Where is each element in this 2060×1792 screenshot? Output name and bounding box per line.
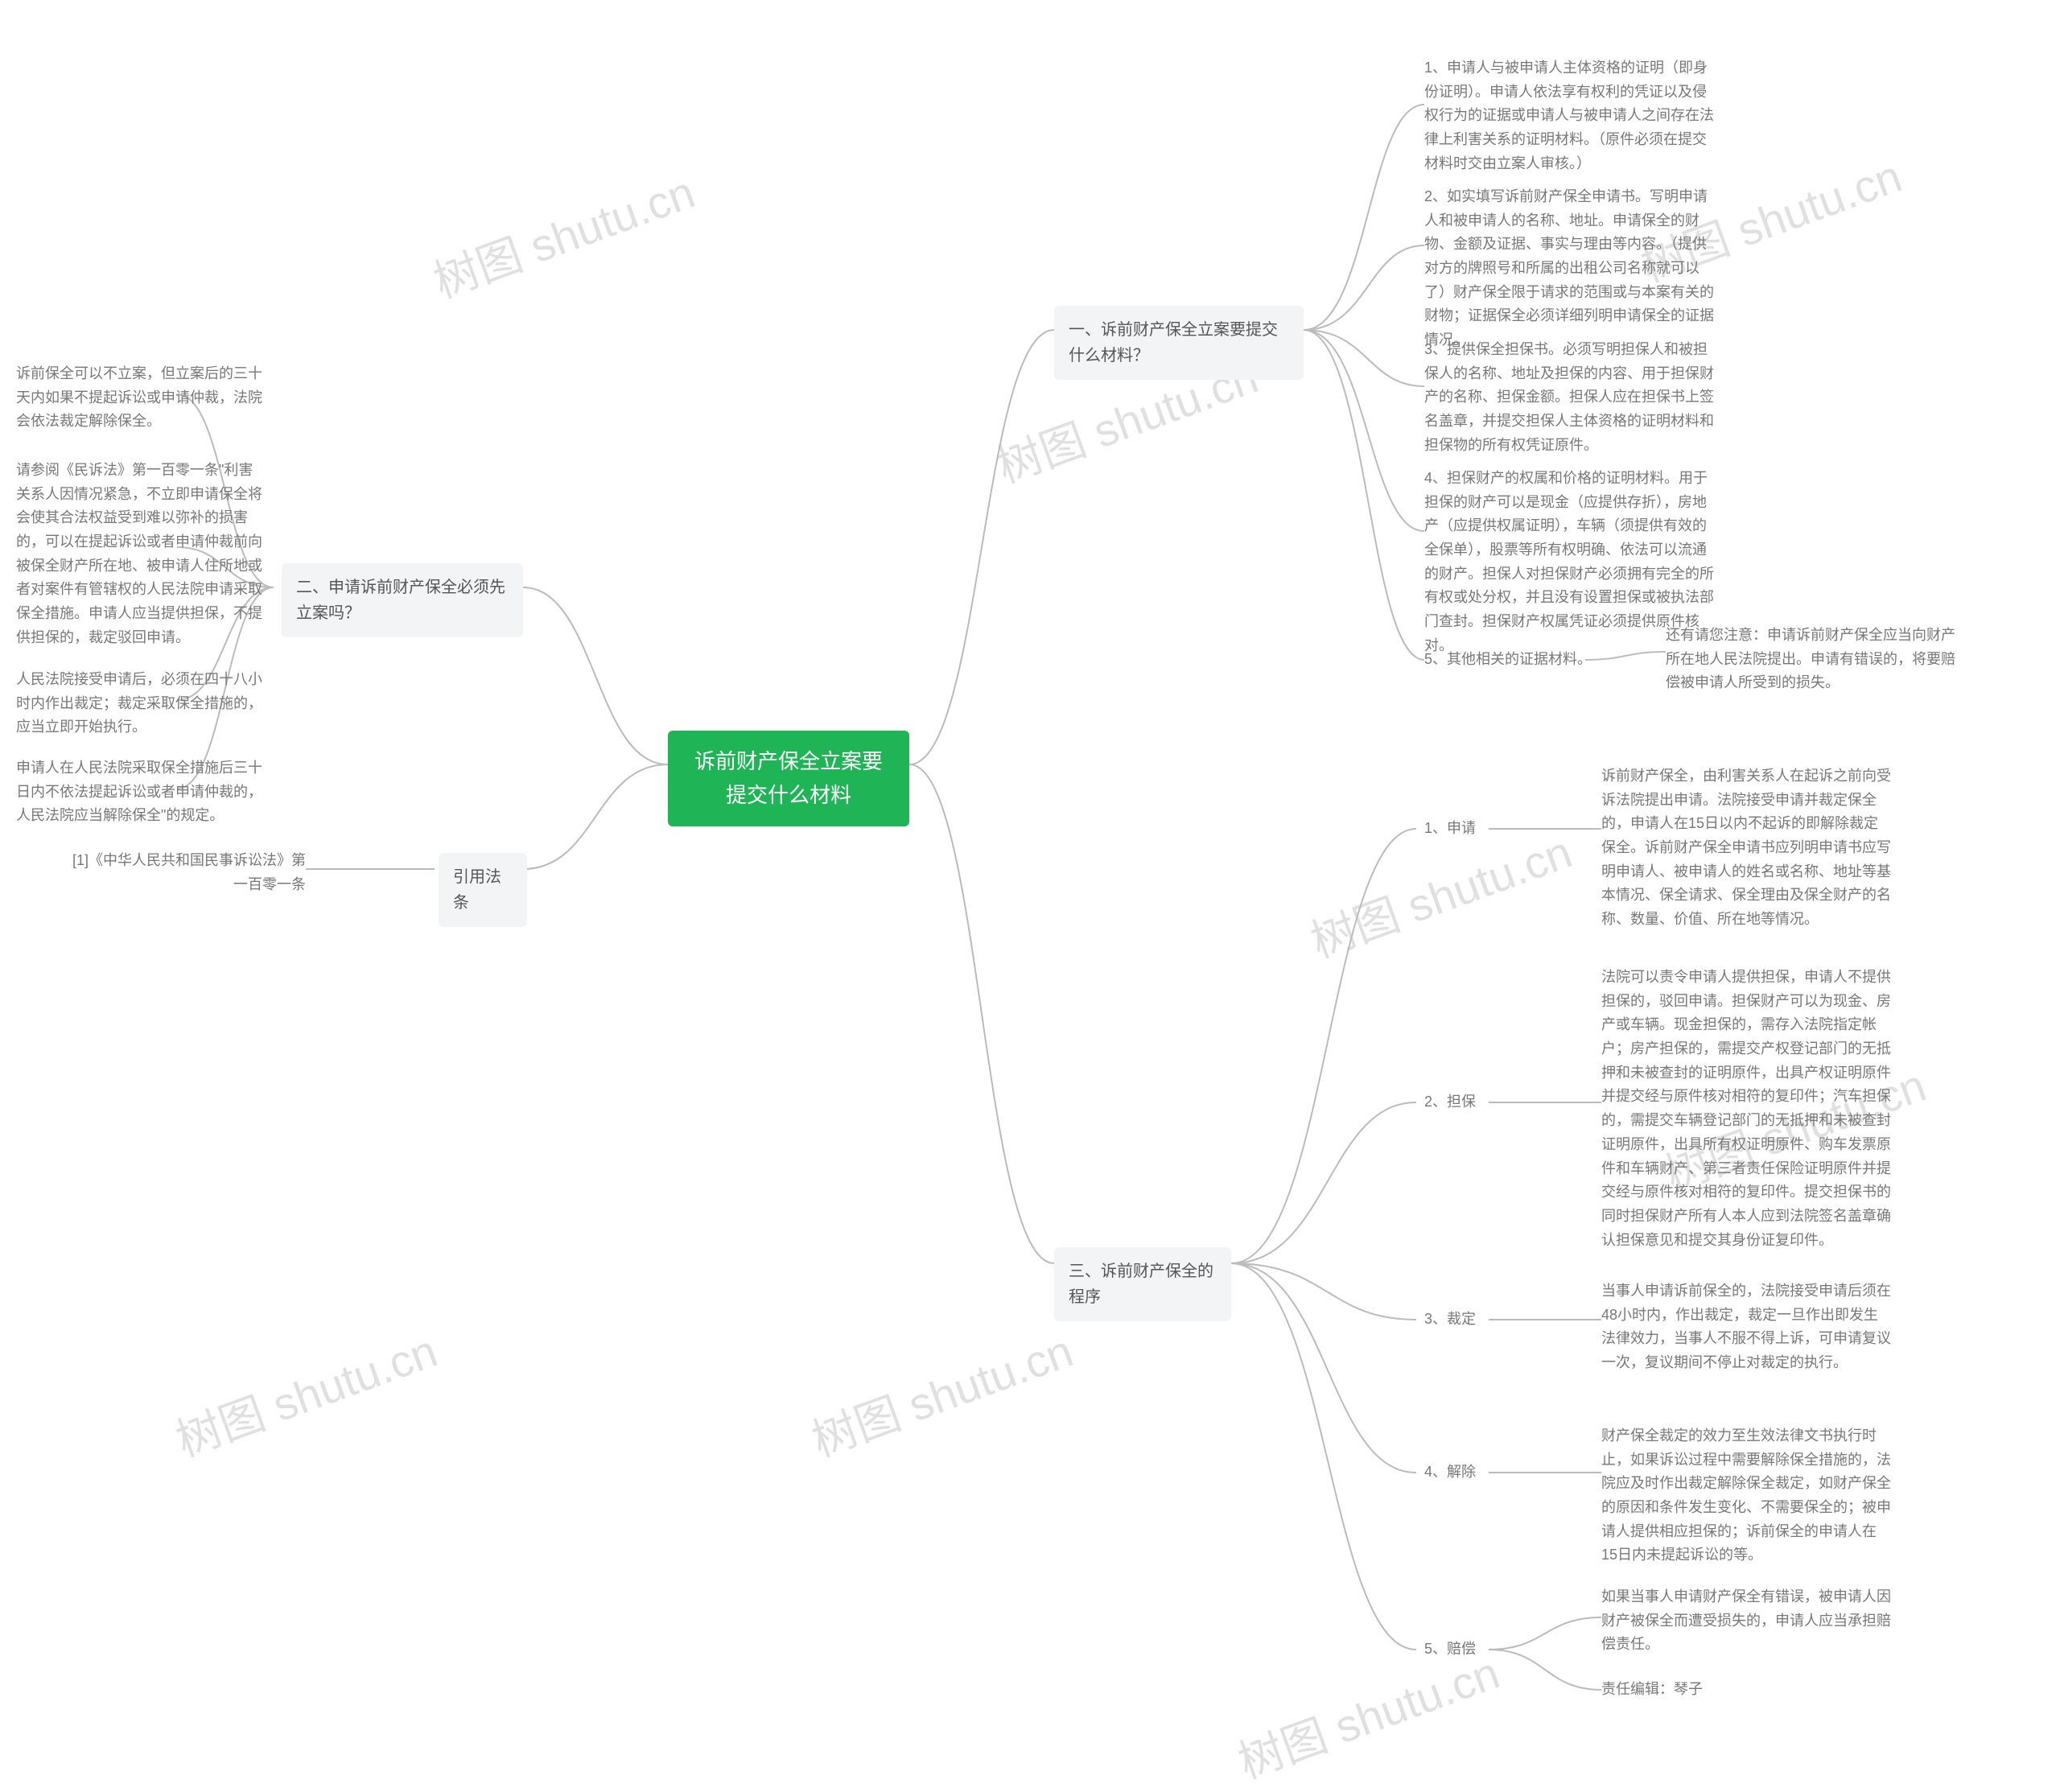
section1-item-1: 1、申请人与被申请人主体资格的证明（即身份证明）。申请人依法享有权利的凭证以及侵…: [1424, 56, 1714, 175]
branch-law[interactable]: 引用法条: [439, 853, 527, 927]
watermark: 树图 shutu.cn: [166, 1315, 445, 1469]
section3-label-2: 2、担保: [1424, 1090, 1476, 1114]
section3-text-3: 当事人申请诉前保全的，法院接受申请后须在48小时内，作出裁定，裁定一旦作出即发生…: [1601, 1279, 1891, 1375]
section1-item-3: 3、提供保全担保书。必须写明担保人和被担保人的名称、地址及担保的内容、用于担保财…: [1424, 338, 1714, 457]
root-node[interactable]: 诉前财产保全立案要提交什么材料: [668, 731, 909, 826]
law-item-1: [1]《中华人民共和国民事诉讼法》第一百零一条: [64, 849, 306, 896]
section2-item-2: 请参阅《民诉法》第一百零一条"利害关系人因情况紧急，不立即申请保全将会使其合法权…: [16, 459, 266, 650]
section2-item-1: 诉前保全可以不立案，但立案后的三十天内如果不提起诉讼或申请仲裁，法院会依法裁定解…: [16, 362, 266, 434]
mindmap-root: 树图 shutu.cn 树图 shutu.cn 树图 shutu.cn 树图 s…: [0, 0, 2060, 1780]
section3-label-4: 4、解除: [1424, 1460, 1476, 1485]
section3-label-5: 5、赔偿: [1424, 1638, 1476, 1662]
section3-text-1: 诉前财产保全，由利害关系人在起诉之前向受诉法院提出申请。法院接受申请并裁定保全的…: [1601, 764, 1891, 932]
section1-item-2: 2、如实填写诉前财产保全申请书。写明申请人和被申请人的名称、地址。申请保全的财物…: [1424, 185, 1714, 352]
watermark: 树图 shutu.cn: [801, 1315, 1081, 1469]
section1-item-5: 5、其他相关的证据材料。: [1424, 648, 1592, 672]
section3-text-2: 法院可以责令申请人提供担保，申请人不提供担保的，驳回申请。担保财产可以为现金、房…: [1601, 966, 1891, 1252]
section3-editor: 责任编辑：琴子: [1601, 1678, 1703, 1702]
watermark: 树图 shutu.cn: [423, 156, 702, 311]
section3-text-4: 财产保全裁定的效力至生效法律文书执行时止，如果诉讼过程中需要解除保全措施的，法院…: [1601, 1424, 1891, 1567]
section2-item-3: 人民法院接受申请后，必须在四十八小时内作出裁定；裁定采取保全措施的，应当立即开始…: [16, 668, 266, 739]
section3-label-1: 1、申请: [1424, 817, 1476, 841]
section2-item-4: 申请人在人民法院采取保全措施后三十日内不依法提起诉讼或者申请仲裁的，人民法院应当…: [16, 756, 266, 828]
branch-section3[interactable]: 三、诉前财产保全的程序: [1054, 1247, 1231, 1321]
branch-section2[interactable]: 二、申请诉前财产保全必须先立案吗？: [282, 563, 523, 637]
section3-label-3: 3、裁定: [1424, 1308, 1476, 1332]
branch-section1[interactable]: 一、诉前财产保全立案要提交什么材料？: [1054, 306, 1304, 380]
section1-note: 还有请您注意：申请诉前财产保全应当向财产所在地人民法院提出。申请有错误的，将要赔…: [1666, 624, 1955, 695]
section3-text-5: 如果当事人申请财产保全有错误，被申请人因财产被保全而遭受损失的，申请人应当承担赔…: [1601, 1585, 1891, 1657]
